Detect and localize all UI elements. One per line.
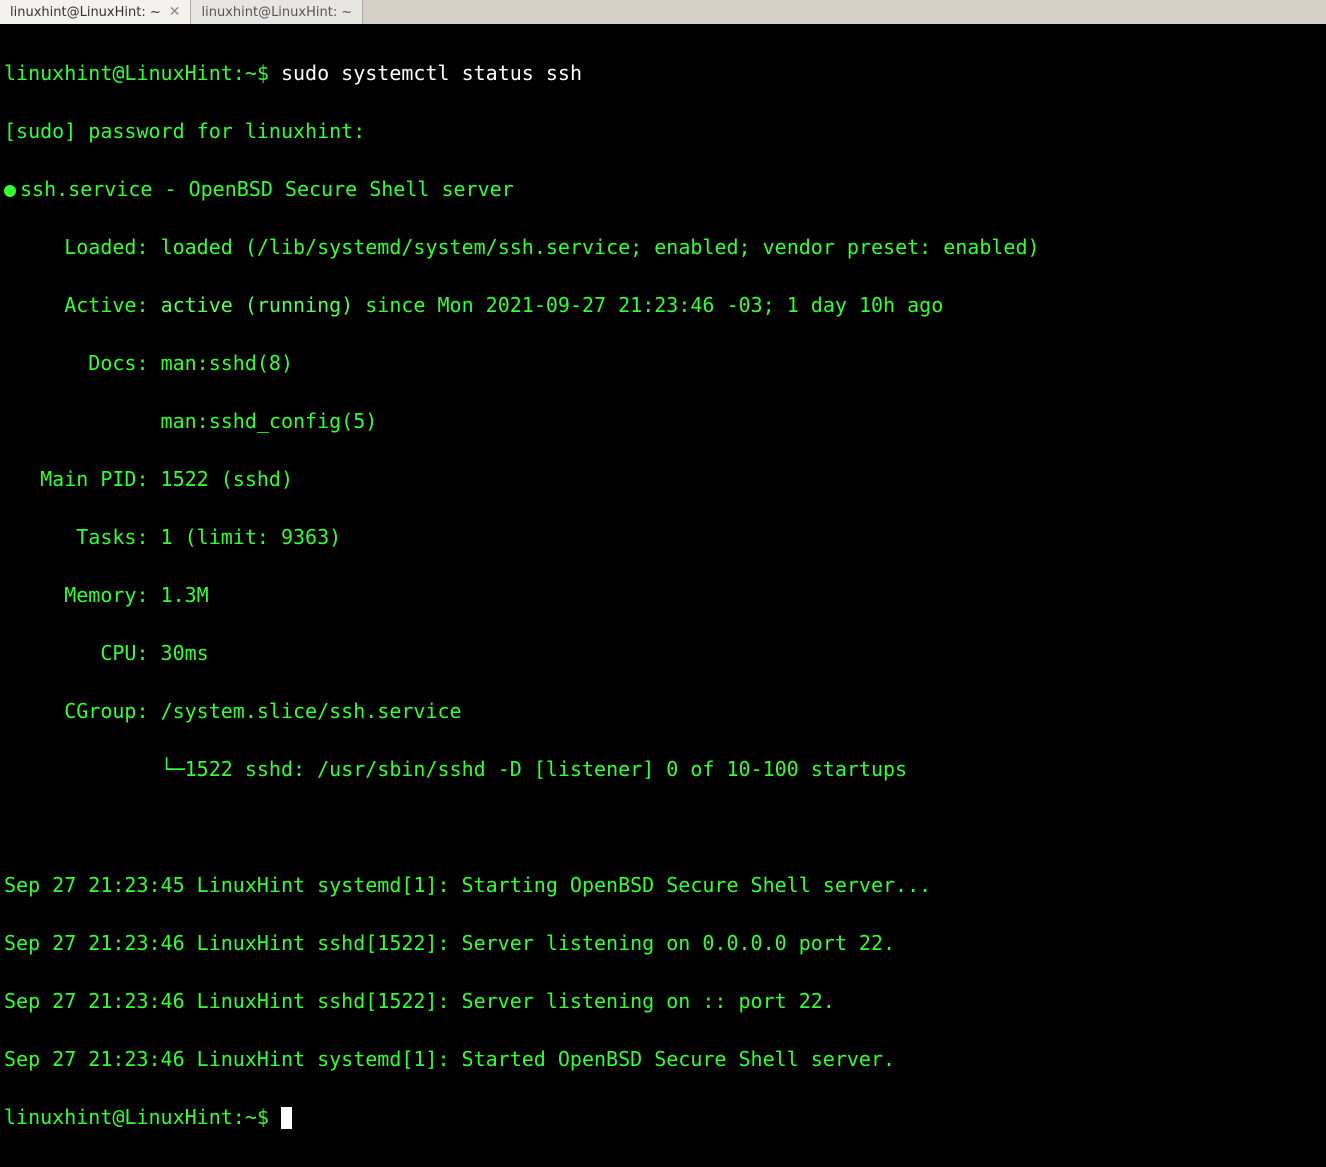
loaded-line: Loaded: loaded (/lib/systemd/system/ssh.… <box>4 233 1322 262</box>
status-dot-icon <box>4 185 16 197</box>
cursor-icon <box>281 1107 292 1129</box>
close-icon[interactable]: ✕ <box>169 5 181 19</box>
mainpid-line: Main PID: 1522 (sshd) <box>4 465 1322 494</box>
tab-title: linuxhint@LinuxHint: ~ <box>10 5 161 20</box>
memory-line: Memory: 1.3M <box>4 581 1322 610</box>
prompt-userhost: linuxhint@LinuxHint <box>4 61 233 85</box>
cgroup-tree-line: └─1522 sshd: /usr/sbin/sshd -D [listener… <box>4 755 1322 784</box>
active-line: Active: active (running) since Mon 2021-… <box>4 291 1322 320</box>
service-header: ssh.service - OpenBSD Secure Shell serve… <box>4 175 1322 204</box>
tab-inactive[interactable]: linuxhint@LinuxHint: ~ <box>191 0 363 24</box>
blank-line <box>4 813 1322 842</box>
log-line: Sep 27 21:23:46 LinuxHint systemd[1]: St… <box>4 1045 1322 1074</box>
tasks-line: Tasks: 1 (limit: 9363) <box>4 523 1322 552</box>
docs-line-2: man:sshd_config(5) <box>4 407 1322 436</box>
docs-line-1: Docs: man:sshd(8) <box>4 349 1322 378</box>
tab-title: linuxhint@LinuxHint: ~ <box>201 5 352 20</box>
sudo-prompt: [sudo] password for linuxhint: <box>4 117 1322 146</box>
terminal-output[interactable]: linuxhint@LinuxHint:~$ sudo systemctl st… <box>0 24 1326 1167</box>
prompt-symbol: $ <box>257 61 269 85</box>
cgroup-line: CGroup: /system.slice/ssh.service <box>4 697 1322 726</box>
log-line: Sep 27 21:23:45 LinuxHint systemd[1]: St… <box>4 871 1322 900</box>
log-line: Sep 27 21:23:46 LinuxHint sshd[1522]: Se… <box>4 929 1322 958</box>
command-text: sudo systemctl status ssh <box>281 61 582 85</box>
active-state: active (running) <box>161 293 354 317</box>
command-line: linuxhint@LinuxHint:~$ sudo systemctl st… <box>4 59 1322 88</box>
prompt-path: ~ <box>245 61 257 85</box>
tab-bar: linuxhint@LinuxHint: ~ ✕ linuxhint@Linux… <box>0 0 1326 24</box>
tab-active[interactable]: linuxhint@LinuxHint: ~ ✕ <box>0 0 191 24</box>
log-line: Sep 27 21:23:46 LinuxHint sshd[1522]: Se… <box>4 987 1322 1016</box>
cpu-line: CPU: 30ms <box>4 639 1322 668</box>
prompt-line: linuxhint@LinuxHint:~$ <box>4 1103 1322 1132</box>
